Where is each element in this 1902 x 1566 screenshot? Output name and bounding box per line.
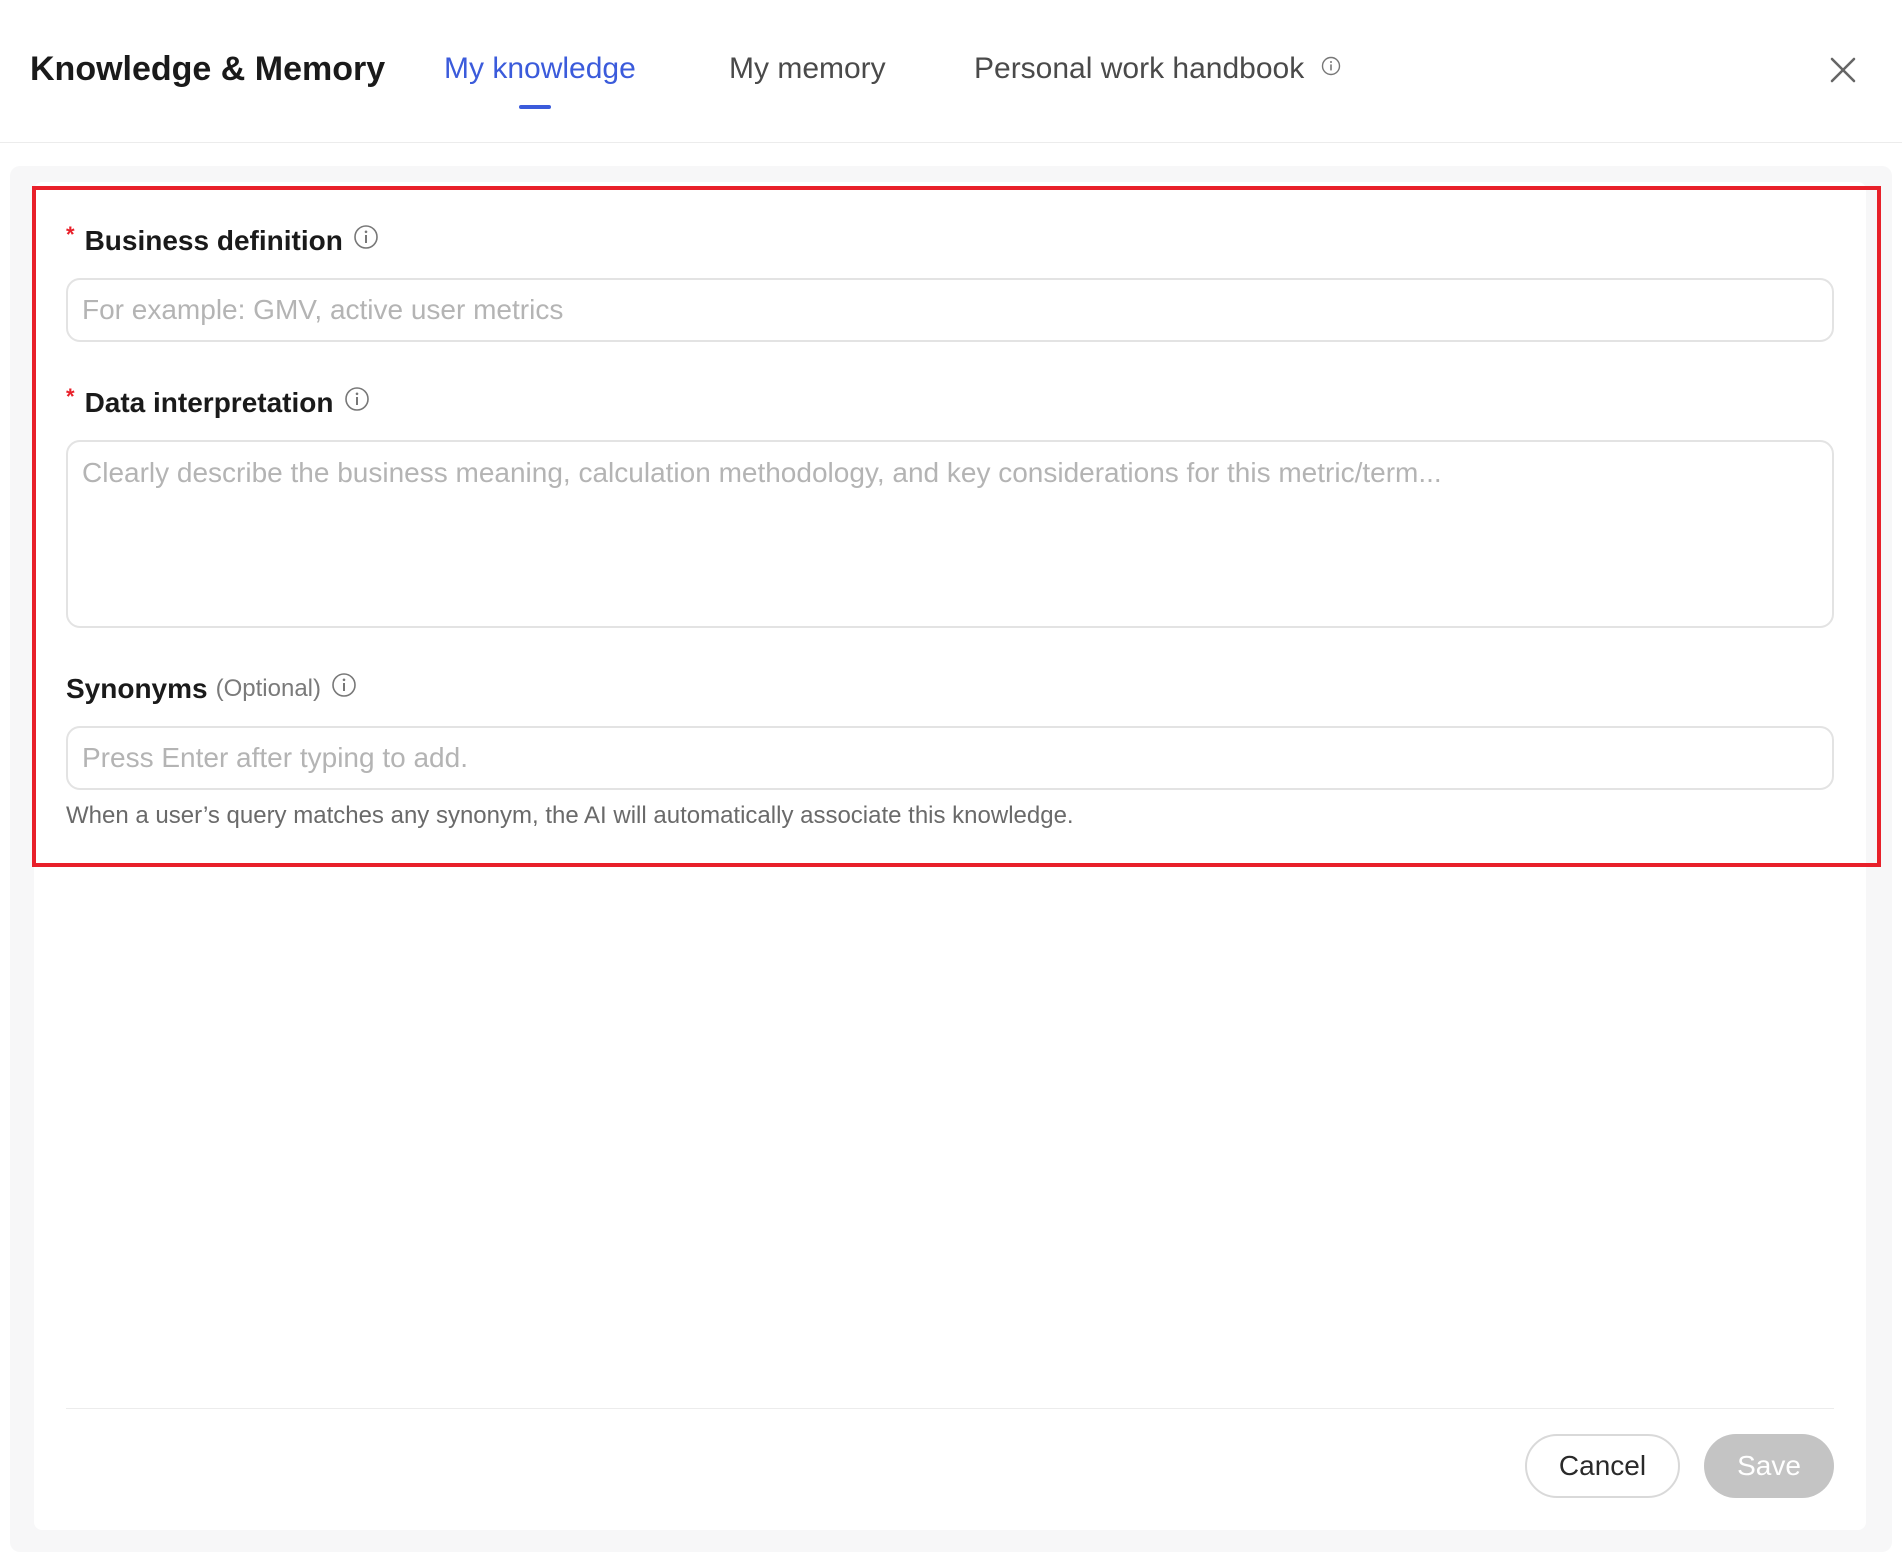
info-icon[interactable] — [1321, 50, 1341, 84]
data-interpretation-textarea[interactable] — [68, 442, 1832, 626]
label-text: Business definition — [84, 224, 343, 256]
required-mark: * — [66, 221, 75, 247]
synonyms-label: Synonyms (Optional) — [66, 672, 357, 705]
info-icon[interactable] — [344, 386, 370, 419]
cancel-button[interactable]: Cancel — [1525, 1434, 1680, 1498]
label-text: Data interpretation — [84, 386, 334, 418]
tab-my-memory[interactable]: My memory — [729, 52, 886, 86]
business-definition-input-wrapper — [66, 278, 1834, 342]
data-interpretation-textarea-wrapper — [66, 440, 1834, 628]
synonyms-input[interactable] — [68, 728, 1832, 788]
tab-personal-work-handbook[interactable]: Personal work handbook — [974, 52, 1341, 87]
required-mark: * — [66, 383, 75, 409]
modal-title: Knowledge & Memory — [30, 50, 386, 88]
info-icon[interactable] — [331, 672, 357, 705]
label-text: Synonyms — [66, 672, 208, 704]
active-tab-indicator — [519, 105, 551, 109]
tab-label: My knowledge — [444, 52, 636, 85]
optional-tag: (Optional) — [215, 674, 321, 702]
tab-label: My memory — [729, 52, 886, 85]
close-icon[interactable] — [1825, 52, 1861, 88]
synonyms-hint: When a user’s query matches any synonym,… — [66, 802, 1074, 829]
synonyms-input-wrapper — [66, 726, 1834, 790]
tab-my-knowledge[interactable]: My knowledge — [444, 52, 636, 86]
save-button[interactable]: Save — [1704, 1434, 1834, 1498]
business-definition-label: * Business definition — [66, 221, 379, 257]
data-interpretation-label: * Data interpretation — [66, 383, 370, 419]
business-definition-input[interactable] — [68, 280, 1832, 340]
info-icon[interactable] — [353, 224, 379, 257]
footer-divider — [66, 1408, 1834, 1409]
tab-label: Personal work handbook — [974, 52, 1305, 85]
modal-header: Knowledge & Memory My knowledge My memor… — [0, 0, 1902, 143]
